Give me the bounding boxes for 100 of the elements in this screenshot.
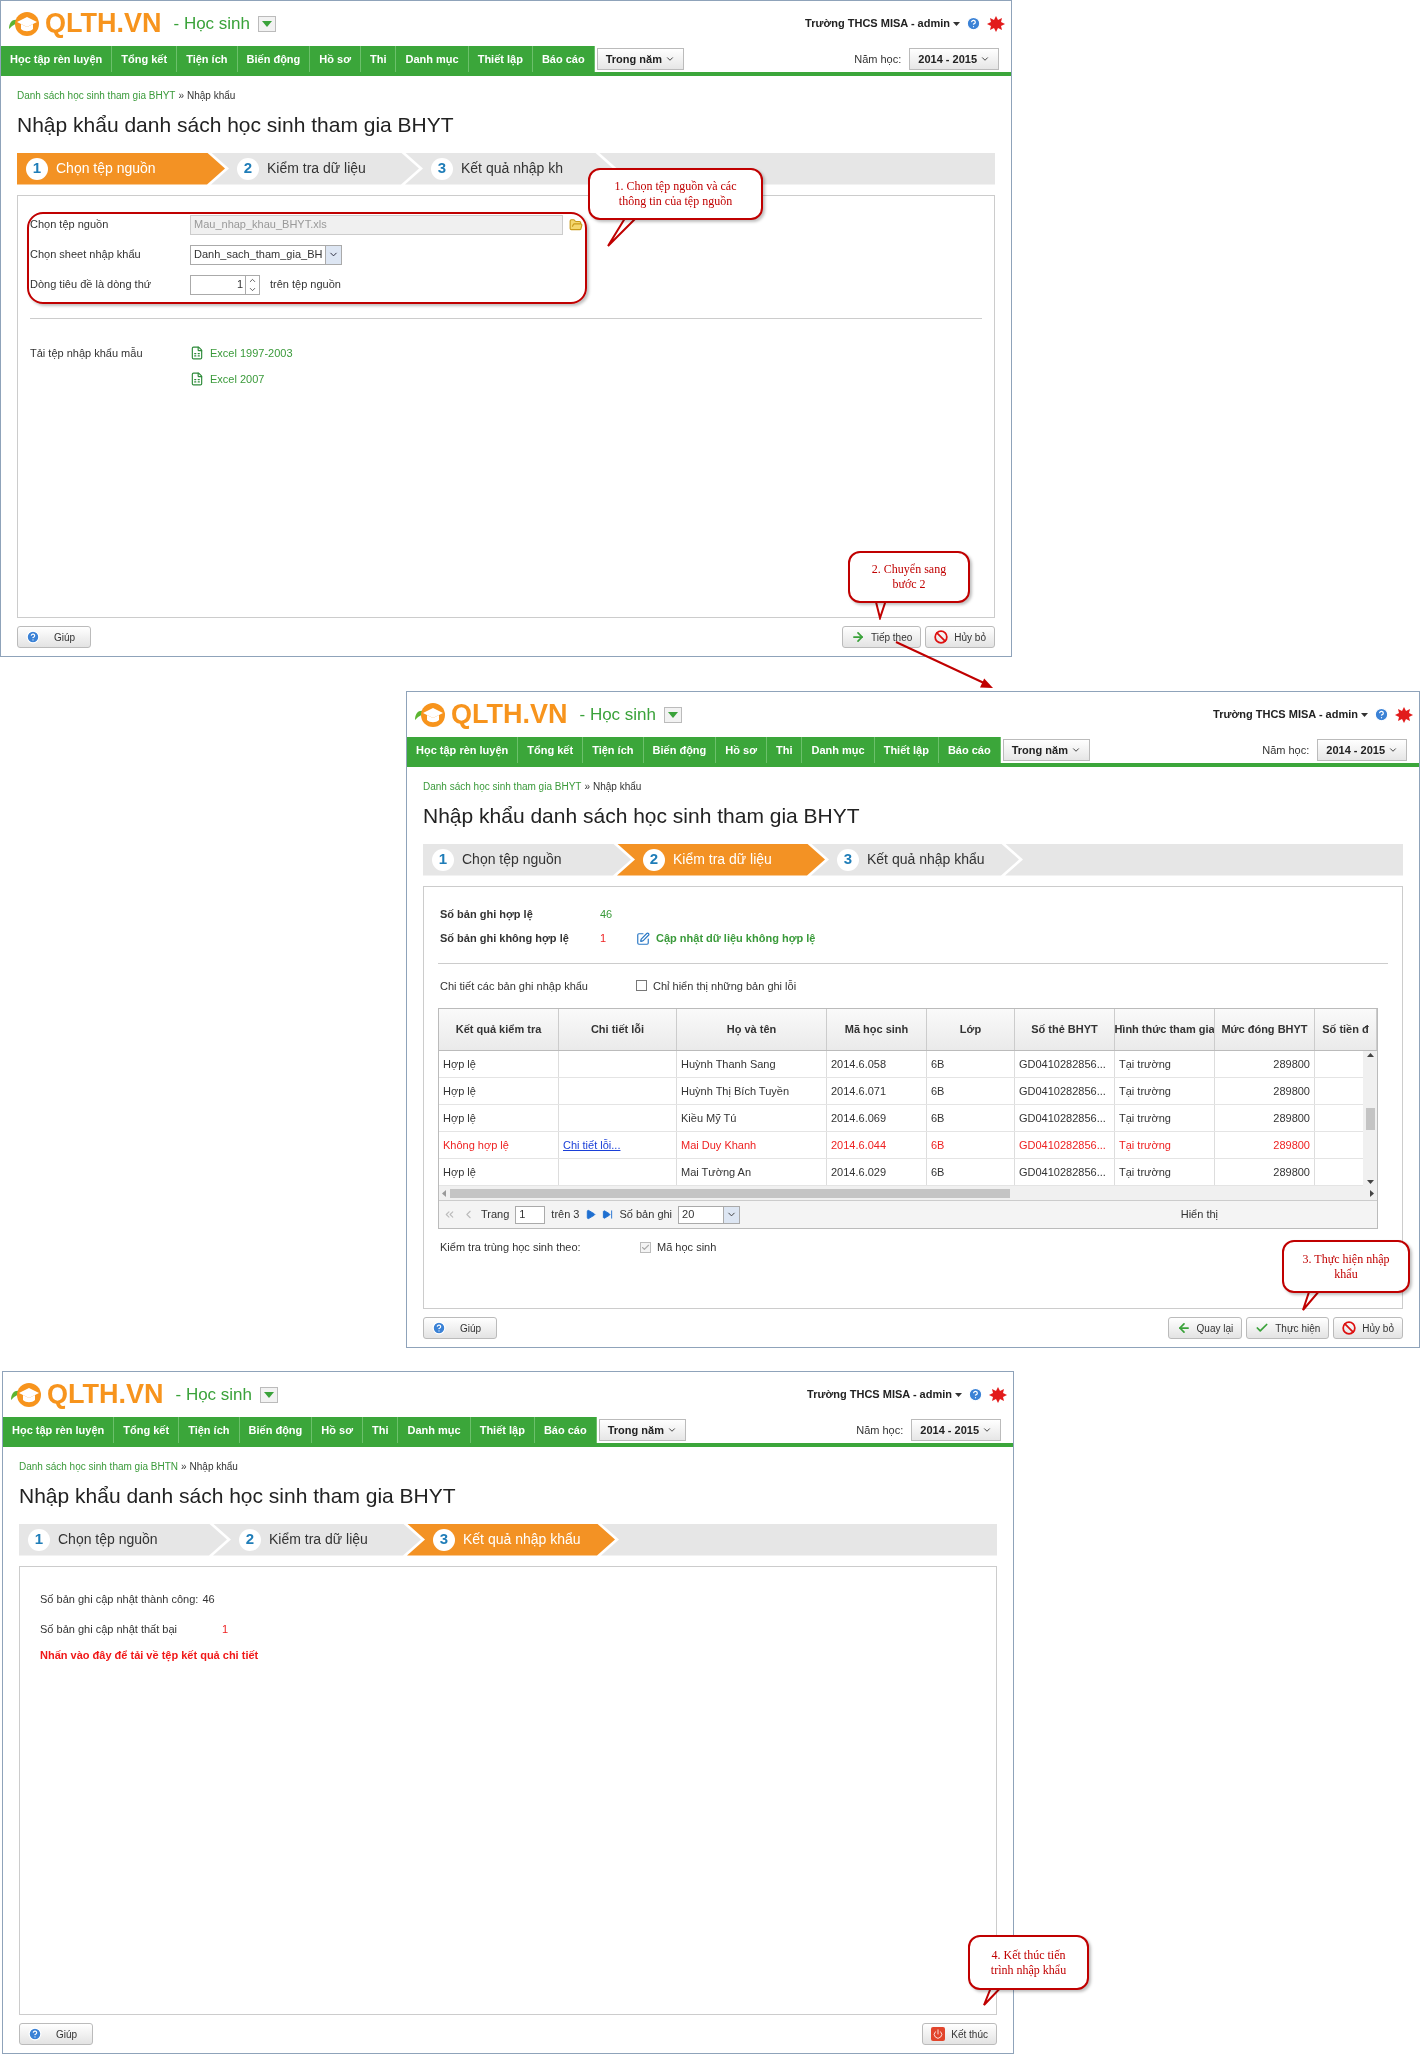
column-header: Chi tiết lỗi: [559, 1009, 677, 1050]
nav-item[interactable]: Danh mục: [802, 737, 875, 763]
finish-button[interactable]: Kết thúc: [922, 2023, 997, 2045]
nav-item[interactable]: Báo cáo: [938, 737, 1001, 763]
nav-item[interactable]: Thi: [360, 46, 397, 72]
step-number: 3: [431, 157, 453, 180]
account-menu[interactable]: Trường THCS MISA - admin: [1213, 706, 1368, 723]
failed-count-label: Số bản ghi cập nhật thất bại: [40, 1622, 178, 1638]
nav-item[interactable]: Tổng kết: [114, 1417, 180, 1443]
nav-item[interactable]: Thi: [766, 737, 803, 763]
period-dropdown[interactable]: Trong năm: [596, 48, 684, 70]
step-number: 2: [239, 1528, 261, 1551]
help-icon[interactable]: [1374, 707, 1389, 722]
next-page-icon[interactable]: [585, 1209, 597, 1220]
nav-item[interactable]: Thiết lập: [468, 46, 533, 72]
nav-item[interactable]: Biến động: [239, 1417, 313, 1443]
breadcrumb-link[interactable]: Danh sách học sinh tham gia BHTN: [19, 1461, 178, 1472]
page-field[interactable]: 1: [515, 1205, 546, 1224]
page-title: Nhập khẩu danh sách học sinh tham gia BHYT: [16, 112, 455, 138]
valid-count: 46: [600, 907, 613, 923]
template-link[interactable]: Excel 2007: [210, 371, 265, 388]
help-button[interactable]: Giúp: [19, 2023, 93, 2045]
file-field[interactable]: Mau_nhap_khau_BHYT.xls: [190, 214, 563, 235]
module-dropdown[interactable]: [664, 706, 683, 723]
download-result-link[interactable]: Nhấn vào đây để tải về tệp kết quả chi tiết: [40, 1646, 259, 1663]
table-cell-text: 6B: [931, 1056, 945, 1072]
template-label: Tải tệp nhập khẩu mẫu: [30, 345, 144, 361]
folder-icon[interactable]: [569, 217, 583, 232]
invalid-count-label: Số bản ghi không hợp lệ: [440, 931, 570, 947]
starburst-icon[interactable]: [1395, 706, 1413, 723]
cancel-button[interactable]: Hủy bỏ: [925, 626, 995, 648]
help-icon[interactable]: [966, 16, 981, 31]
step-number: 3: [433, 1528, 455, 1551]
column-header: Mức đóng BHYT: [1215, 1009, 1315, 1050]
table-cell-text: Hợp lệ: [443, 1083, 476, 1099]
update-invalid-link[interactable]: Cập nhật dữ liệu không hợp lệ: [656, 930, 816, 947]
error-detail-link[interactable]: Chi tiết lỗi...: [563, 1136, 621, 1154]
nav-item[interactable]: Hồ sơ: [312, 1417, 363, 1443]
help-icon[interactable]: [968, 1387, 983, 1402]
step-label: Kiểm tra dữ liệu: [673, 850, 772, 869]
step-label: Kết quả nhập kh: [461, 159, 563, 178]
table-cell-text: 2014.6.058: [831, 1056, 887, 1072]
nav-item[interactable]: Học tập rèn luyện: [407, 737, 519, 763]
account-menu[interactable]: Trường THCS MISA - admin: [805, 15, 960, 32]
nav-item[interactable]: Tiện ích: [583, 737, 644, 763]
cancel-button[interactable]: Hủy bỏ: [1333, 1317, 1403, 1339]
callout-bubble: 2. Chuyển sang bước 2: [848, 551, 970, 603]
back-button[interactable]: Quay lại: [1167, 1317, 1243, 1339]
breadcrumb-link[interactable]: Danh sách học sinh tham gia BHYT: [17, 90, 176, 101]
nav-item[interactable]: Thiết lập: [874, 737, 939, 763]
nav-item[interactable]: Thiết lập: [470, 1417, 535, 1443]
nav-item[interactable]: Tiện ích: [177, 46, 238, 72]
nav-item[interactable]: Thi: [362, 1417, 399, 1443]
nav-item[interactable]: Báo cáo: [532, 46, 595, 72]
help-button[interactable]: Giúp: [17, 626, 91, 648]
page-size-select[interactable]: 20: [678, 1205, 741, 1224]
run-button[interactable]: Thực hiện: [1246, 1317, 1330, 1339]
starburst-icon[interactable]: [987, 15, 1005, 32]
nav-item[interactable]: Danh mục: [396, 46, 469, 72]
nav-item[interactable]: Biến động: [237, 46, 311, 72]
student-code-checkbox[interactable]: [640, 1241, 651, 1253]
logo-text: QLTH.VN: [47, 1381, 164, 1408]
table-cell-text: Huỳnh Thị Bích Tuyền: [681, 1083, 790, 1099]
table-cell-text: 6B: [931, 1083, 945, 1099]
year-dropdown[interactable]: 2014 - 2015: [1317, 739, 1407, 761]
scroll-thumb[interactable]: [1365, 1107, 1375, 1130]
nav-item[interactable]: Học tập rèn luyện: [1, 46, 113, 72]
error-filter-checkbox[interactable]: [636, 980, 647, 992]
account-menu[interactable]: Trường THCS MISA - admin: [807, 1386, 962, 1403]
period-dropdown[interactable]: Trong năm: [1002, 739, 1090, 761]
step-label: Chọn tệp nguồn: [56, 159, 156, 178]
help-button[interactable]: Giúp: [423, 1317, 497, 1339]
nav-item[interactable]: Biến động: [643, 737, 717, 763]
number-spinner[interactable]: 1: [190, 274, 260, 295]
template-link[interactable]: Excel 1997-2003: [210, 344, 293, 361]
nav-item[interactable]: Học tập rèn luyện: [3, 1417, 115, 1443]
nav-item[interactable]: Tổng kết: [112, 46, 178, 72]
scroll-thumb[interactable]: [450, 1188, 1010, 1198]
breadcrumb-link[interactable]: Danh sách học sinh tham gia BHYT: [423, 781, 582, 792]
nav-item[interactable]: Danh mục: [398, 1417, 471, 1443]
last-page-icon[interactable]: [602, 1209, 614, 1220]
horizontal-scrollbar[interactable]: [439, 1186, 1377, 1200]
nav-item[interactable]: Báo cáo: [534, 1417, 597, 1443]
nav-item[interactable]: Hồ sơ: [716, 737, 767, 763]
module-dropdown[interactable]: [260, 1386, 279, 1403]
nav-item[interactable]: Hồ sơ: [310, 46, 361, 72]
starburst-icon[interactable]: [989, 1386, 1007, 1403]
year-dropdown[interactable]: 2014 - 2015: [911, 1419, 1001, 1441]
table-cell-text: 289800: [1273, 1083, 1310, 1099]
module-dropdown[interactable]: [258, 15, 277, 32]
period-dropdown[interactable]: Trong năm: [598, 1419, 686, 1441]
vertical-scrollbar[interactable]: [1363, 1051, 1377, 1186]
nav-item[interactable]: Tiện ích: [179, 1417, 240, 1443]
next-button[interactable]: Tiếp theo: [842, 626, 922, 648]
year-dropdown[interactable]: 2014 - 2015: [909, 48, 999, 70]
nav-item[interactable]: Tổng kết: [518, 737, 584, 763]
sheet-select[interactable]: Danh_sach_tham_gia_BH: [190, 244, 342, 265]
chevron-down-icon: [666, 1425, 677, 1435]
edit-icon: [636, 931, 650, 946]
step-label: Kết quả nhập khẩu: [867, 850, 985, 869]
